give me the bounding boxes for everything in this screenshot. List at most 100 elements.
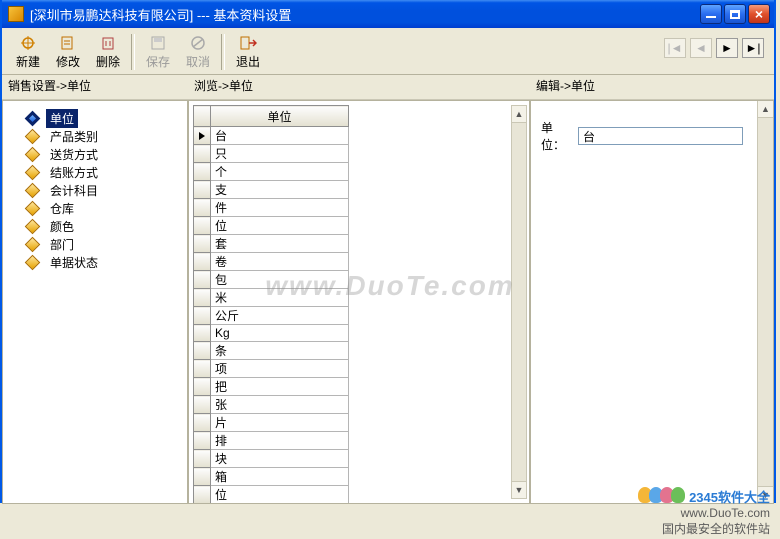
unit-cell[interactable]: 个 bbox=[211, 163, 349, 181]
unit-cell[interactable]: 套 bbox=[211, 235, 349, 253]
exit-icon bbox=[238, 34, 258, 52]
record-nav: |◄ ◄ ► ►| bbox=[664, 38, 764, 58]
table-row[interactable]: 个 bbox=[194, 163, 349, 181]
new-icon bbox=[18, 34, 38, 52]
diamond-icon bbox=[25, 218, 41, 234]
footer-mascots-icon bbox=[638, 487, 682, 506]
unit-cell[interactable]: 箱 bbox=[211, 468, 349, 486]
row-header bbox=[194, 414, 211, 432]
unit-cell[interactable]: 台 bbox=[211, 127, 349, 145]
unit-cell[interactable]: 位 bbox=[211, 486, 349, 504]
tree-item-label: 部门 bbox=[46, 235, 78, 254]
middle-scrollbar[interactable]: ▲ ▼ bbox=[511, 105, 527, 499]
table-row[interactable]: 位 bbox=[194, 217, 349, 235]
exit-label: 退出 bbox=[236, 53, 260, 70]
table-row[interactable]: 项 bbox=[194, 360, 349, 378]
right-panel: 编辑->单位 单位： ▲ ▼ bbox=[530, 75, 774, 504]
table-row[interactable]: 包 bbox=[194, 271, 349, 289]
maximize-button[interactable] bbox=[724, 4, 746, 24]
unit-cell[interactable]: 卷 bbox=[211, 253, 349, 271]
edit-button[interactable]: 修改 bbox=[48, 32, 88, 72]
table-row[interactable]: 排 bbox=[194, 432, 349, 450]
unit-cell[interactable]: 把 bbox=[211, 378, 349, 396]
unit-cell[interactable]: 条 bbox=[211, 342, 349, 360]
table-row[interactable]: 片 bbox=[194, 414, 349, 432]
window-controls: × bbox=[700, 4, 770, 24]
table-row[interactable]: 位 bbox=[194, 486, 349, 504]
unit-cell[interactable]: Kg bbox=[211, 325, 349, 342]
nav-prev-button[interactable]: ◄ bbox=[690, 38, 712, 58]
tree-account-subject[interactable]: 会计科目 bbox=[9, 181, 181, 199]
table-row[interactable]: 台 bbox=[194, 127, 349, 145]
tree-department[interactable]: 部门 bbox=[9, 235, 181, 253]
table-row[interactable]: 米 bbox=[194, 289, 349, 307]
table-row[interactable]: Kg bbox=[194, 325, 349, 342]
tree-payment-method[interactable]: 结账方式 bbox=[9, 163, 181, 181]
tree-bill-status[interactable]: 单据状态 bbox=[9, 253, 181, 271]
tree-delivery-method[interactable]: 送货方式 bbox=[9, 145, 181, 163]
close-button[interactable]: × bbox=[748, 4, 770, 24]
tree-product-category[interactable]: 产品类别 bbox=[9, 127, 181, 145]
save-label: 保存 bbox=[146, 53, 170, 70]
minimize-button[interactable] bbox=[700, 4, 722, 24]
unit-cell[interactable]: 只 bbox=[211, 145, 349, 163]
row-header bbox=[194, 271, 211, 289]
unit-grid[interactable]: 单位 台只个支件位套卷包米公斤Kg条项把张片排块箱位箱 bbox=[193, 105, 349, 504]
save-button[interactable]: 保存 bbox=[138, 32, 178, 72]
scroll-up-icon[interactable]: ▲ bbox=[512, 106, 526, 123]
unit-cell[interactable]: 公斤 bbox=[211, 307, 349, 325]
table-row[interactable]: 公斤 bbox=[194, 307, 349, 325]
table-row[interactable]: 块 bbox=[194, 450, 349, 468]
unit-cell[interactable]: 箱 bbox=[211, 504, 349, 505]
table-row[interactable]: 件 bbox=[194, 199, 349, 217]
row-header bbox=[194, 378, 211, 396]
table-row[interactable]: 套 bbox=[194, 235, 349, 253]
nav-next-button[interactable]: ► bbox=[716, 38, 738, 58]
unit-cell[interactable]: 片 bbox=[211, 414, 349, 432]
table-row[interactable]: 卷 bbox=[194, 253, 349, 271]
row-header bbox=[194, 504, 211, 505]
unit-input[interactable] bbox=[578, 127, 743, 145]
exit-button[interactable]: 退出 bbox=[228, 32, 268, 72]
unit-cell[interactable]: 张 bbox=[211, 396, 349, 414]
delete-button[interactable]: 删除 bbox=[88, 32, 128, 72]
edit-label: 修改 bbox=[56, 53, 80, 70]
table-row[interactable]: 把 bbox=[194, 378, 349, 396]
right-panel-title: 编辑->单位 bbox=[530, 75, 774, 100]
nav-first-button[interactable]: |◄ bbox=[664, 38, 686, 58]
table-row[interactable]: 箱 bbox=[194, 468, 349, 486]
row-header bbox=[194, 127, 211, 145]
footer-slogan: 国内最安全的软件站 bbox=[638, 520, 770, 537]
cancel-icon bbox=[188, 34, 208, 52]
unit-cell[interactable]: 包 bbox=[211, 271, 349, 289]
scroll-down-icon[interactable]: ▼ bbox=[512, 481, 526, 498]
unit-cell[interactable]: 支 bbox=[211, 181, 349, 199]
unit-cell[interactable]: 米 bbox=[211, 289, 349, 307]
table-row[interactable]: 支 bbox=[194, 181, 349, 199]
delete-label: 删除 bbox=[96, 53, 120, 70]
tree-unit[interactable]: 单位 bbox=[9, 109, 181, 127]
tree-color[interactable]: 颜色 bbox=[9, 217, 181, 235]
scroll-up-icon[interactable]: ▲ bbox=[758, 101, 773, 118]
unit-cell[interactable]: 块 bbox=[211, 450, 349, 468]
tree-warehouse[interactable]: 仓库 bbox=[9, 199, 181, 217]
table-row[interactable]: 张 bbox=[194, 396, 349, 414]
unit-cell[interactable]: 排 bbox=[211, 432, 349, 450]
cancel-button[interactable]: 取消 bbox=[178, 32, 218, 72]
new-button[interactable]: 新建 bbox=[8, 32, 48, 72]
grid-column-header[interactable]: 单位 bbox=[211, 106, 349, 127]
unit-cell[interactable]: 件 bbox=[211, 199, 349, 217]
left-panel: 销售设置->单位 单位产品类别送货方式结账方式会计科目仓库颜色部门单据状态 bbox=[2, 75, 188, 504]
table-row[interactable]: 条 bbox=[194, 342, 349, 360]
tree-item-label: 单位 bbox=[46, 109, 78, 128]
table-row[interactable]: 箱 bbox=[194, 504, 349, 505]
diamond-icon bbox=[25, 182, 41, 198]
tree-content: 单位产品类别送货方式结账方式会计科目仓库颜色部门单据状态 bbox=[2, 100, 188, 504]
nav-last-button[interactable]: ►| bbox=[742, 38, 764, 58]
right-scrollbar[interactable]: ▲ ▼ bbox=[757, 101, 773, 503]
unit-cell[interactable]: 项 bbox=[211, 360, 349, 378]
table-row[interactable]: 只 bbox=[194, 145, 349, 163]
unit-cell[interactable]: 位 bbox=[211, 217, 349, 235]
diamond-icon bbox=[25, 128, 41, 144]
tree-item-label: 会计科目 bbox=[46, 181, 102, 200]
